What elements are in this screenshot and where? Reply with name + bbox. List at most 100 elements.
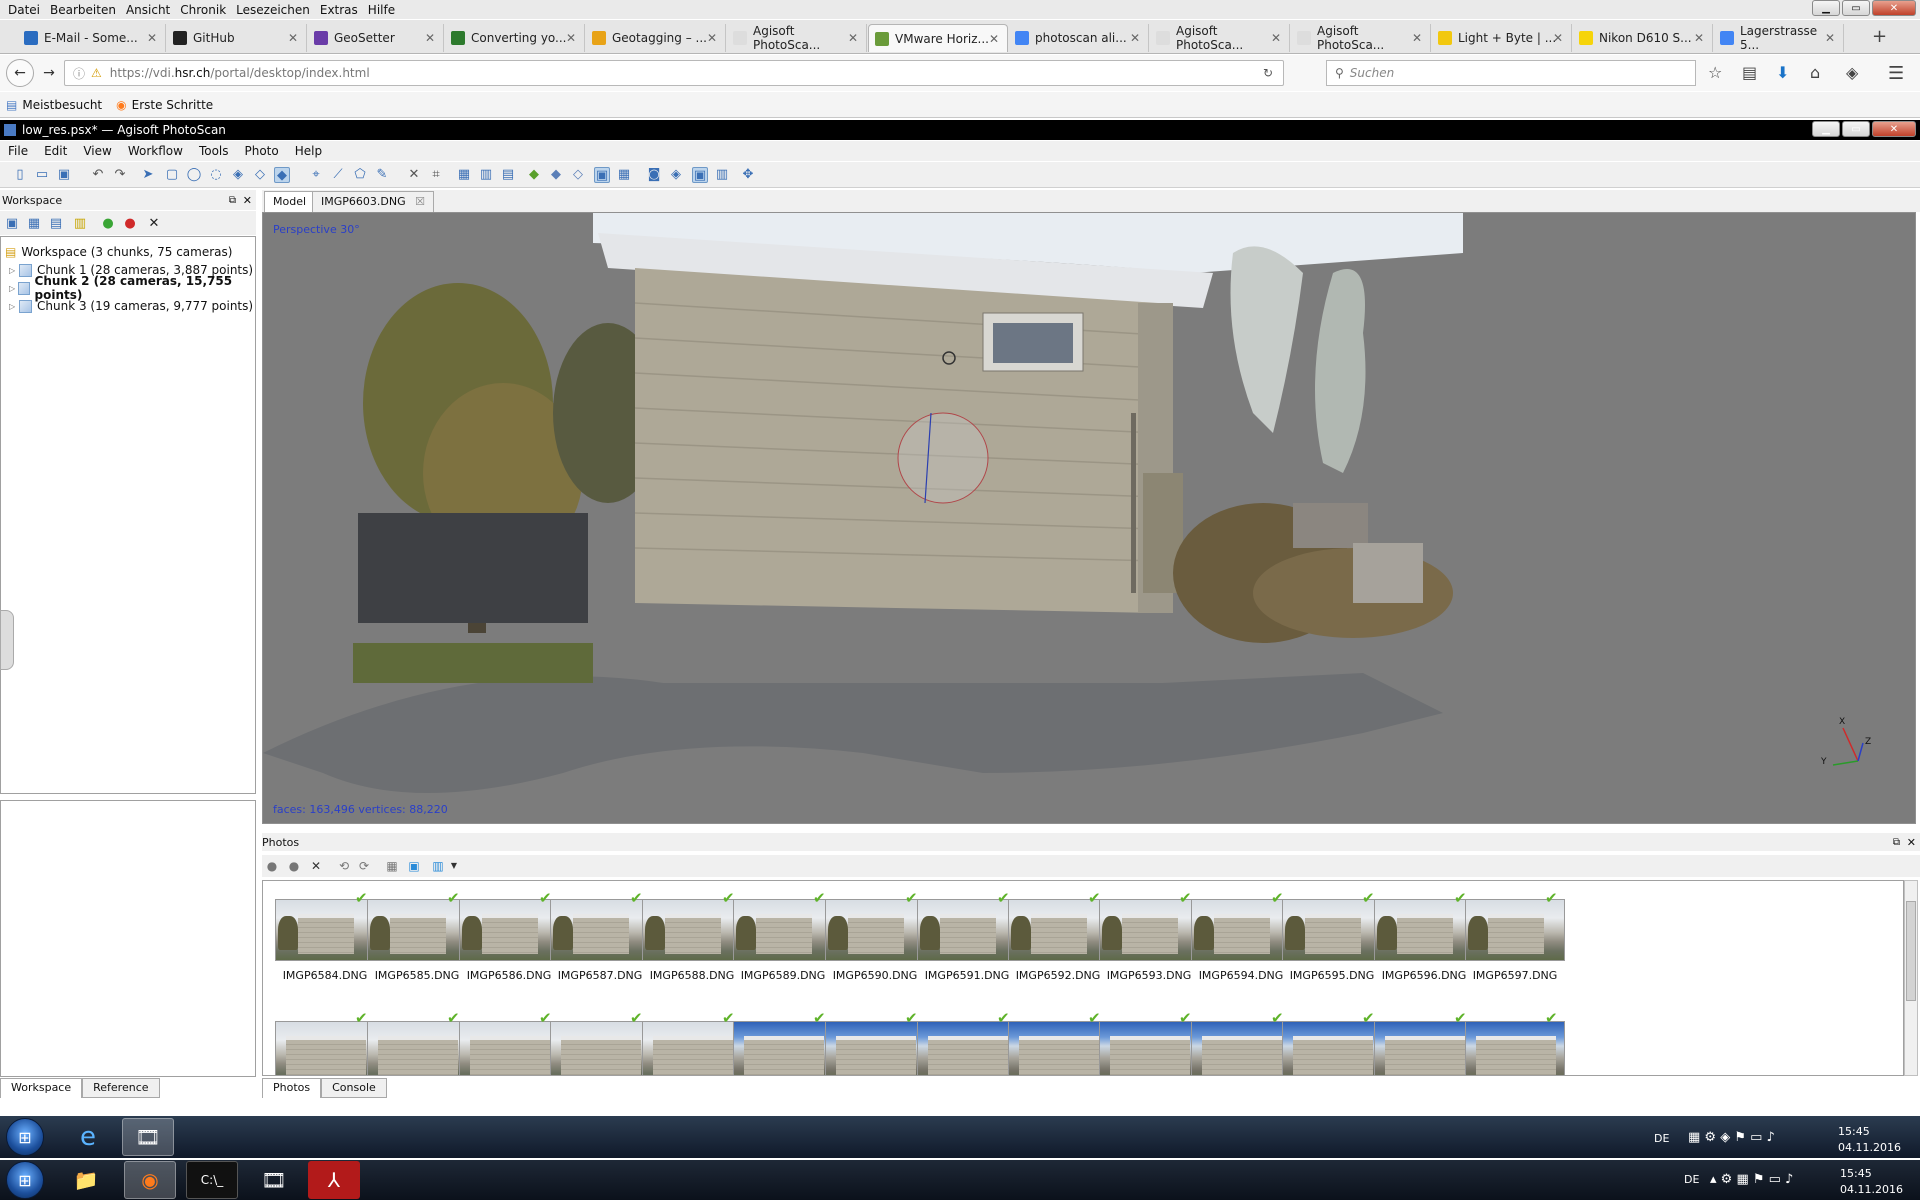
photo-thumbnail[interactable]	[1099, 1021, 1199, 1075]
photo-thumbnail[interactable]	[1374, 1021, 1474, 1075]
photo-thumbnail[interactable]	[275, 899, 375, 961]
ps-menu-view[interactable]: View	[75, 144, 119, 158]
acrobat-icon[interactable]: ⅄	[308, 1161, 360, 1199]
show-tiled-icon[interactable]: ▦	[616, 167, 632, 183]
region-icon[interactable]: ▣	[692, 167, 708, 183]
undo-icon[interactable]: ↶	[90, 167, 106, 183]
firefox-icon[interactable]: ◉	[124, 1161, 176, 1199]
photo-thumbnail[interactable]	[367, 899, 467, 961]
show-shaded-icon[interactable]: ◆	[548, 167, 564, 183]
tab-model[interactable]: Model	[264, 191, 316, 212]
photos-float-icon[interactable]: ⧉	[1893, 837, 1900, 848]
hamburger-menu-icon[interactable]: ☰	[1888, 63, 1904, 84]
expand-icon[interactable]: ▷	[9, 284, 18, 293]
measure-icon[interactable]: ✎	[374, 167, 390, 183]
photo-thumbnail[interactable]	[1465, 899, 1565, 961]
camera-icon[interactable]: ◙	[646, 167, 662, 183]
browser-tab[interactable]: VMware Horiz... ✕	[868, 24, 1008, 52]
markers-icon[interactable]: ◈	[668, 167, 684, 183]
warning-lock-icon[interactable]: ⚠	[91, 66, 102, 80]
photo-thumbnail[interactable]	[367, 1021, 467, 1075]
maximize-button[interactable]: ▭	[1842, 0, 1870, 16]
reload-icon[interactable]: ↻	[1263, 66, 1273, 80]
tab-close-icon[interactable]: ✕	[147, 31, 157, 45]
menu-chronik[interactable]: Chronik	[175, 3, 231, 17]
tab-close-icon[interactable]: ☒	[415, 195, 425, 208]
photoscan-taskbar-icon[interactable]: 🎞	[122, 1118, 174, 1156]
expand-icon[interactable]: ▷	[9, 302, 19, 311]
menu-bearbeiten[interactable]: Bearbeiten	[45, 3, 121, 17]
tab-close-icon[interactable]: ✕	[989, 32, 999, 46]
language-indicator[interactable]: DE	[1654, 1132, 1669, 1145]
tab-console[interactable]: Console	[321, 1078, 387, 1098]
photo-thumbnail[interactable]	[825, 1021, 925, 1075]
expand-icon[interactable]: ▷	[9, 266, 19, 275]
browser-tab[interactable]: Agisoft PhotoSca... ✕	[1150, 24, 1290, 52]
reset-view-icon[interactable]: ✥	[740, 167, 756, 183]
browser-tab[interactable]: Agisoft PhotoSca... ✕	[727, 24, 867, 52]
photo-thumbnail[interactable]	[825, 899, 925, 961]
bookmark-item[interactable]: ▤ Meistbesucht	[6, 98, 102, 112]
ps-menu-help[interactable]: Help	[287, 144, 330, 158]
show-textured-icon[interactable]: ▣	[594, 167, 610, 183]
ps-close-button[interactable]: ✕	[1872, 121, 1916, 137]
save-icon[interactable]: ▣	[56, 167, 72, 183]
filter-icon[interactable]: ▦	[384, 858, 400, 874]
photo-thumbnail[interactable]	[917, 1021, 1017, 1075]
show-solid-icon[interactable]: ◆	[526, 167, 542, 183]
scrollbar-thumb[interactable]	[1906, 901, 1916, 1001]
photo-thumbnail[interactable]	[642, 1021, 742, 1075]
add-photos-icon[interactable]: ▦	[26, 216, 42, 232]
vmware-icon[interactable]: 🎞	[248, 1161, 300, 1199]
disable-icon[interactable]: ●	[122, 216, 138, 232]
rect-select-icon[interactable]: ▢	[164, 167, 180, 183]
photo-thumbnail[interactable]	[733, 899, 833, 961]
info-icon[interactable]: ⓘ	[73, 65, 85, 82]
tab-close-icon[interactable]: ✕	[1130, 31, 1140, 45]
tab-close-icon[interactable]: ✕	[707, 31, 717, 45]
menu-hilfe[interactable]: Hilfe	[363, 3, 400, 17]
ps-minimize-button[interactable]: ▁	[1812, 121, 1840, 137]
forward-button[interactable]: →	[36, 61, 62, 85]
search-bar[interactable]: ⚲ Suchen	[1326, 60, 1696, 86]
add-folder-icon[interactable]: ▤	[48, 216, 64, 232]
bookmark-item[interactable]: ◉ Erste Schritte	[116, 98, 213, 112]
open-icon[interactable]: ▭	[34, 167, 50, 183]
ps-menu-edit[interactable]: Edit	[36, 144, 75, 158]
tree-chunk-3[interactable]: ▷ Chunk 3 (19 cameras, 9,777 points)	[9, 297, 253, 315]
photo-thumbnail[interactable]	[550, 899, 650, 961]
photo-thumbnail[interactable]	[1191, 899, 1291, 961]
show-wireframe-icon[interactable]: ◇	[570, 167, 586, 183]
model-viewport[interactable]: Perspective 30° faces: 163,496 vertices:…	[262, 212, 1916, 824]
pocket-icon[interactable]: ◈	[1846, 63, 1858, 82]
host-language-indicator[interactable]: DE	[1684, 1173, 1699, 1186]
rotate-region-icon[interactable]: ◆	[274, 167, 290, 183]
photo-thumbnail[interactable]	[1282, 1021, 1382, 1075]
float-icon[interactable]: ⧉	[229, 195, 236, 206]
ps-maximize-button[interactable]: ▭	[1842, 121, 1870, 137]
photo-thumbnail[interactable]	[917, 899, 1017, 961]
enable-icon[interactable]: ●	[100, 216, 116, 232]
cmd-icon[interactable]: C:\_	[186, 1161, 238, 1199]
redo-icon[interactable]: ↷	[112, 167, 128, 183]
remove-camera-icon[interactable]: ✕	[308, 858, 324, 874]
new-tab-icon[interactable]: +	[1872, 26, 1887, 47]
ps-menu-file[interactable]: File	[0, 144, 36, 158]
ps-menu-tools[interactable]: Tools	[191, 144, 237, 158]
photo-thumbnail[interactable]	[275, 1021, 375, 1075]
internet-explorer-icon[interactable]: e	[62, 1118, 114, 1156]
tab-close-icon[interactable]: ✕	[1553, 31, 1563, 45]
downloads-icon[interactable]: ⬇	[1776, 63, 1789, 82]
ps-menu-photo[interactable]: Photo	[237, 144, 287, 158]
photo-thumbnail[interactable]	[733, 1021, 833, 1075]
explorer-icon[interactable]: 📁	[60, 1161, 112, 1199]
collapse-handle[interactable]	[0, 610, 14, 670]
move-region-icon[interactable]: ◇	[252, 167, 268, 183]
enable-camera-icon[interactable]: ●	[264, 858, 280, 874]
browser-tab[interactable]: GeoSetter ✕	[308, 24, 444, 52]
photos-close-icon[interactable]: ✕	[1907, 836, 1916, 849]
add-marker-icon[interactable]: ▥	[72, 216, 88, 232]
point-icon[interactable]: ⌖	[308, 167, 324, 183]
photo-thumbnail[interactable]	[642, 899, 742, 961]
photo-thumbnail[interactable]	[459, 899, 559, 961]
